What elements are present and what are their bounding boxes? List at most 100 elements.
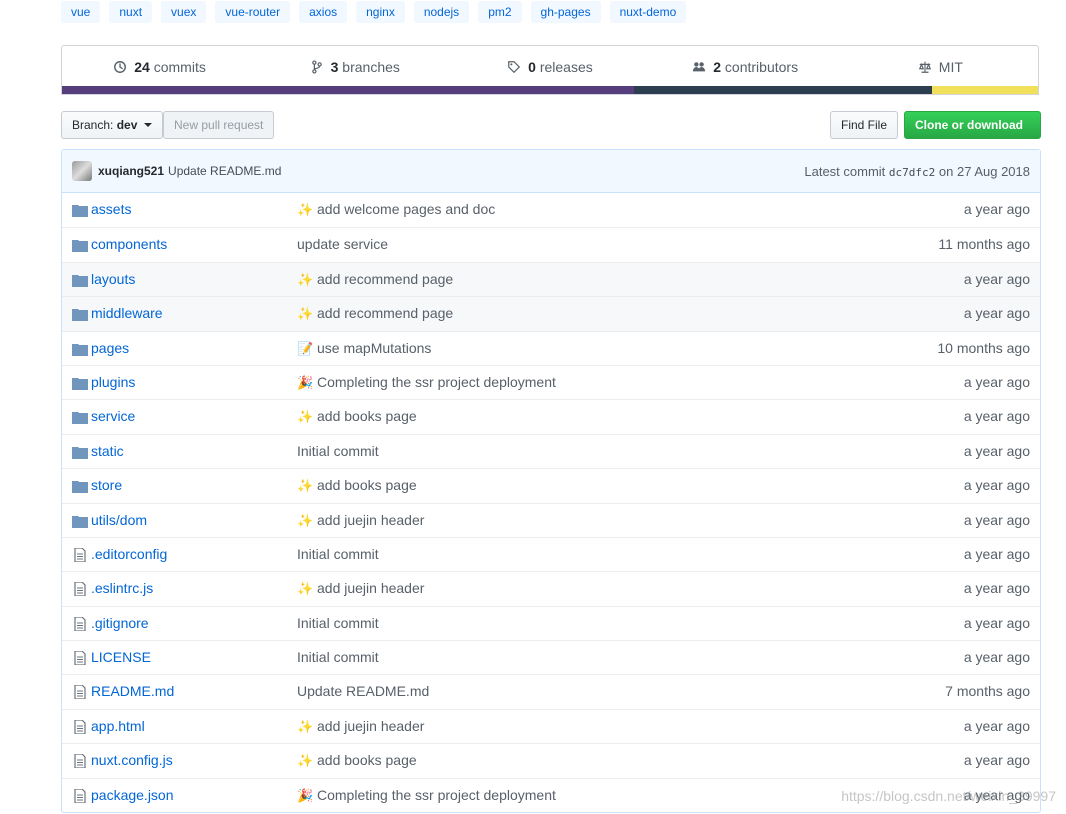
file-name-link[interactable]: service (91, 408, 135, 424)
topic-tag[interactable]: vue (61, 1, 101, 23)
file-name-link[interactable]: layouts (91, 271, 135, 287)
file-row: components update service 11 months ago (62, 227, 1040, 261)
commit-message-link[interactable]: Update README.md (297, 683, 429, 699)
find-file-button[interactable]: Find File (830, 111, 899, 139)
license-link[interactable]: MIT (843, 59, 1038, 75)
file-row: LICENSE Initial commit a year ago (62, 640, 1040, 674)
commit-message-link[interactable]: Initial commit (297, 649, 379, 665)
commit-message-link[interactable]: 🎉 Completing the ssr project deployment (297, 787, 556, 804)
file-name-link[interactable]: LICENSE (91, 649, 151, 665)
commit-age: a year ago (963, 305, 1030, 322)
file-name-link[interactable]: package.json (91, 787, 174, 803)
branch-value: dev (116, 118, 138, 132)
topic-tag[interactable]: nginx (356, 1, 405, 23)
tag-icon (508, 61, 521, 74)
file-name-link[interactable]: components (91, 236, 167, 252)
file-row: README.md Update README.md 7 months ago (62, 674, 1040, 709)
commit-message-link[interactable]: ✨ add books page (297, 752, 417, 769)
commit-message-link[interactable]: ✨ add recommend page (297, 305, 453, 322)
commit-message-link[interactable]: 🎉 Completing the ssr project deployment (297, 374, 556, 391)
language-bar[interactable] (62, 86, 1038, 94)
file-name-link[interactable]: plugins (91, 374, 135, 390)
file-name-link[interactable]: store (91, 477, 122, 493)
releases-link[interactable]: 0 releases (452, 59, 647, 75)
commit-age: 10 months ago (937, 339, 1030, 356)
commit-message-link[interactable]: ✨ add juejin header (297, 580, 424, 597)
language-segment[interactable] (633, 86, 932, 94)
commit-age: a year ago (963, 580, 1030, 597)
file-row: middleware ✨ add recommend page a year ago (62, 296, 1040, 331)
folder-icon (72, 274, 88, 287)
commit-age: a year ago (963, 373, 1030, 390)
file-name-link[interactable]: .eslintrc.js (91, 580, 153, 596)
commit-message-link[interactable]: ✨ add books page (297, 477, 417, 494)
language-segment[interactable] (931, 86, 1038, 94)
people-icon (693, 62, 706, 72)
file-name-link[interactable]: utils/dom (91, 512, 147, 528)
file-name-link[interactable]: README.md (91, 683, 174, 699)
commits-label: commits (153, 59, 206, 75)
commit-sha[interactable]: dc7dfc2 (889, 166, 935, 179)
clone-download-button[interactable]: Clone or download (904, 111, 1041, 153)
commit-message-link[interactable]: ✨ add juejin header (297, 512, 424, 529)
topic-tag[interactable]: nuxt-demo (609, 1, 687, 23)
branches-link[interactable]: 3 branches (257, 59, 452, 75)
topic-tag[interactable]: nodejs (413, 1, 470, 23)
commit-author[interactable]: xuqiang521 (98, 164, 164, 178)
file-row: plugins 🎉 Completing the ssr project deplo… (62, 364, 1040, 399)
topic-tag[interactable]: nuxt (109, 1, 153, 23)
contributors-label: contributors (724, 59, 799, 75)
commit-emoji: ✨ (297, 581, 314, 597)
commit-message-text: add recommend page (317, 305, 454, 322)
file-name-link[interactable]: static (91, 443, 124, 459)
commit-age: a year ago (963, 614, 1030, 631)
file-name-link[interactable]: middleware (91, 305, 163, 321)
commit-age: a year ago (963, 477, 1030, 494)
language-segment[interactable] (62, 86, 634, 94)
latest-commit-info: Latest commit dc7dfc2 on 27 Aug 2018 (804, 164, 1030, 179)
commit-message-link[interactable]: ✨ add juejin header (297, 718, 424, 735)
commit-message-text: add books page (317, 477, 417, 494)
commit-message-link[interactable]: 📝 use mapMutations (297, 340, 431, 357)
topic-tag[interactable]: pm2 (478, 1, 522, 23)
commit-message-text: add recommend page (317, 270, 454, 287)
commit-message-link[interactable]: ✨ add books page (297, 408, 417, 425)
commits-link[interactable]: 24 commits (62, 59, 257, 75)
branch-icon (311, 60, 322, 74)
contributors-link[interactable]: 2 contributors (648, 59, 843, 75)
topic-tag[interactable]: vue-router (215, 1, 291, 23)
file-name-link[interactable]: .gitignore (91, 615, 149, 631)
branch-select-button[interactable]: Branch: dev (61, 111, 163, 139)
file-list: xuqiang521 Update README.md Latest commi… (61, 149, 1041, 814)
releases-label: releases (539, 59, 593, 75)
commit-message[interactable]: Update README.md (168, 164, 281, 178)
commit-message-link[interactable]: update service (297, 236, 388, 252)
avatar[interactable] (72, 161, 92, 181)
file-icon (74, 685, 86, 700)
file-row: utils/dom ✨ add juejin header a year ago (62, 502, 1040, 537)
commit-message-text: add juejin header (317, 580, 425, 597)
commit-message-link[interactable]: Initial commit (297, 546, 379, 562)
file-name-link[interactable]: nuxt.config.js (91, 752, 173, 768)
commit-message-text: Initial commit (297, 614, 379, 631)
new-pull-request-button[interactable]: New pull request (163, 111, 275, 139)
topic-tag[interactable]: vuex (161, 1, 207, 23)
folder-icon (72, 240, 88, 253)
commit-age: a year ago (963, 511, 1030, 528)
file-name-link[interactable]: assets (91, 201, 131, 217)
topic-tag[interactable]: axios (299, 1, 348, 23)
file-name-link[interactable]: .editorconfig (91, 546, 167, 562)
branches-count: 3 (330, 59, 339, 75)
file-name-link[interactable]: app.html (91, 718, 145, 734)
license-label: MIT (938, 59, 963, 75)
commit-message-link[interactable]: Initial commit (297, 443, 379, 459)
file-row: service ✨ add books page a year ago (62, 399, 1040, 434)
commit-message-link[interactable]: ✨ add welcome pages and doc (297, 201, 495, 218)
folder-icon (72, 343, 88, 356)
topic-tag[interactable]: gh-pages (530, 1, 601, 23)
contributors-count: 2 (713, 59, 722, 75)
file-name-link[interactable]: pages (91, 340, 129, 356)
file-icon (74, 719, 86, 734)
commit-message-link[interactable]: Initial commit (297, 615, 379, 631)
commit-message-link[interactable]: ✨ add recommend page (297, 271, 453, 288)
